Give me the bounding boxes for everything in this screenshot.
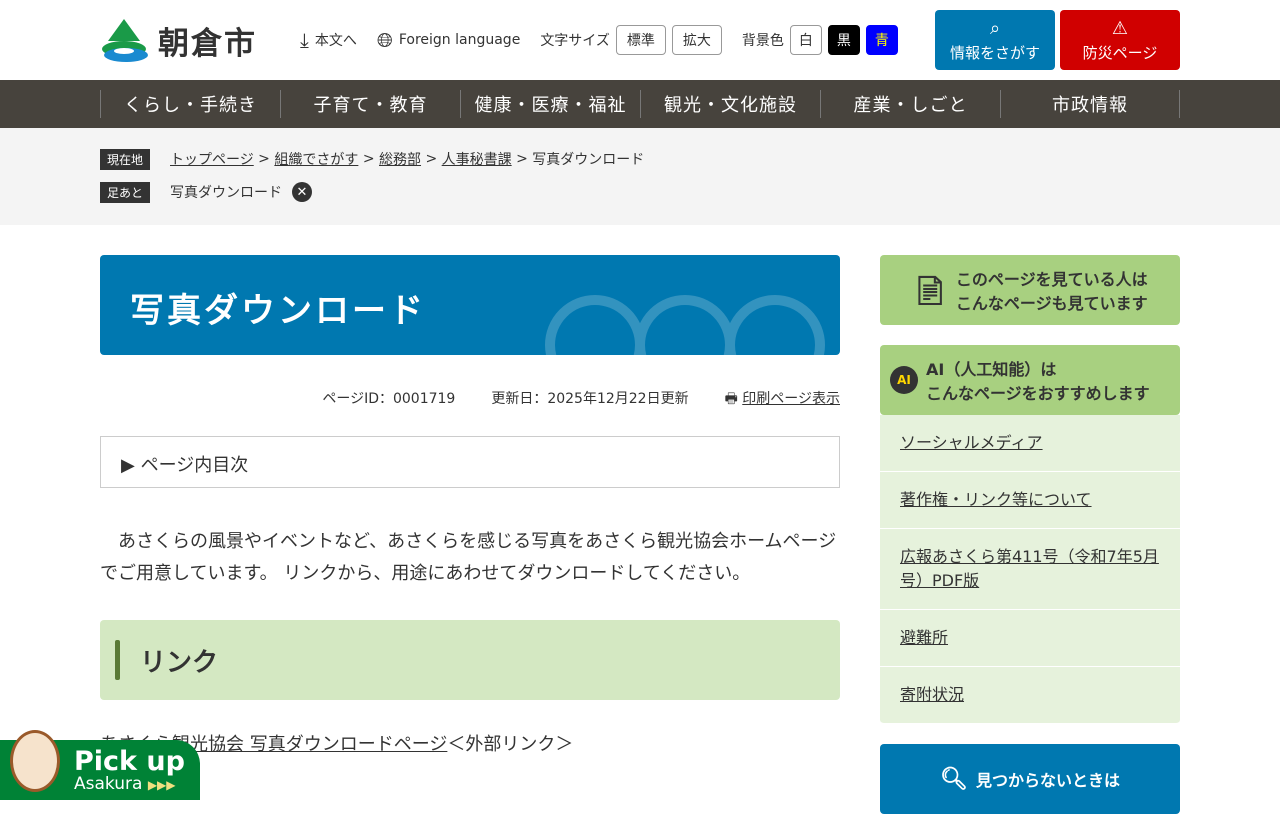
document-eye-icon: 📄︎ — [912, 273, 948, 307]
recommend-item: 寄附状況 — [880, 667, 1180, 724]
recommend-item: 広報あさくら第411号（令和7年5月号）PDF版 — [880, 529, 1180, 610]
updated-date: 更新日：2025年12月22日更新 — [491, 391, 689, 407]
disaster-page-button[interactable]: ⚠ 防災ページ — [1060, 10, 1180, 70]
foreign-label: Foreign language — [398, 32, 521, 48]
nav-item[interactable]: 健康・医療・福祉 — [460, 90, 640, 118]
nav-item[interactable]: 子育て・教育 — [280, 90, 460, 118]
section-heading: リンク — [100, 620, 840, 700]
heading-bar — [115, 640, 120, 680]
breadcrumb: 現在地 トップページ > 組織でさがす > 総務部 > 人事秘書課 > 写真ダウ… — [0, 128, 1280, 225]
toc-label: ページ内目次 — [140, 455, 249, 476]
recommend-item: 避難所 — [880, 610, 1180, 667]
ai-recommend-heading: AI AI（人工知能）はこんなページをおすすめします — [880, 345, 1180, 415]
pickup-title: Pick up — [74, 746, 185, 777]
not-found-button[interactable]: 🔍︎ 見つからないときは — [880, 744, 1180, 814]
history-item[interactable]: 写真ダウンロード — [170, 182, 282, 202]
recommend-link[interactable]: 広報あさくら第411号（令和7年5月号）PDF版 — [900, 547, 1159, 590]
breadcrumb-link[interactable]: トップページ — [170, 149, 254, 169]
logo-text: 朝倉市 — [158, 26, 257, 62]
search-document-icon: 🔍︎ — [940, 766, 968, 792]
bg-black-button[interactable]: 黒 — [827, 25, 860, 55]
global-nav: くらし・手続き 子育て・教育 健康・医療・福祉 観光・文化施設 産業・しごと 市… — [0, 80, 1280, 128]
breadcrumb-link[interactable]: 人事秘書課 — [442, 149, 512, 169]
skip-to-content-link[interactable]: ⤓ 本文へ — [300, 28, 357, 52]
font-normal-button[interactable]: 標準 — [615, 25, 666, 55]
logo-icon — [102, 18, 148, 62]
print-link[interactable]: 🖶 印刷ページ表示 — [725, 388, 840, 412]
pickup-subtitle: Asakura — [74, 774, 143, 794]
ai-line2: こんなページをおすすめします — [926, 384, 1150, 403]
waterwheel-decoration-icon — [545, 295, 825, 355]
search-icon: ⌕ — [989, 17, 1001, 39]
breadcrumb-link[interactable]: 総務部 — [379, 149, 421, 169]
nav-item[interactable]: 市政情報 — [1000, 90, 1180, 118]
recommend-link[interactable]: ソーシャルメディア — [900, 433, 1043, 452]
current-location-tag: 現在地 — [100, 148, 150, 170]
foreign-language-link[interactable]: 🌐︎ Foreign language — [377, 28, 520, 52]
not-found-label: 見つからないときは — [975, 771, 1120, 790]
font-size-label: 文字サイズ — [540, 33, 610, 49]
nav-item[interactable]: 産業・しごと — [820, 90, 1000, 118]
ai-line1: AI（人工知能）は — [926, 360, 1057, 379]
history-tag: 足あと — [100, 181, 150, 203]
recommend-item: 著作権・リンク等について — [880, 472, 1180, 529]
disaster-label: 防災ページ — [1082, 43, 1158, 62]
body-text: あさくらの風景やイベントなど、あさくらを感じる写真をあさくら観光協会ホームページ… — [100, 531, 837, 584]
header: 朝倉市 ⤓ 本文へ 🌐︎ Foreign language 文字サイズ 標準 拡大 … — [0, 0, 1280, 80]
section-heading-text: リンク — [140, 647, 219, 678]
bg-white-button[interactable]: 白 — [789, 25, 822, 55]
bg-color-label: 背景色 — [741, 33, 784, 49]
external-link-note: ＜外部リンク＞ — [447, 734, 574, 755]
nav-item[interactable]: 観光・文化施設 — [640, 90, 820, 118]
font-large-button[interactable]: 拡大 — [671, 25, 722, 55]
logo[interactable]: 朝倉市 — [100, 18, 257, 63]
viewed-pages-heading: 📄︎ このページを見ている人は こんなページも見ています — [880, 255, 1180, 325]
viewed-line1: このページを見ている人は — [955, 270, 1148, 289]
page-id: ページID：0001719 — [322, 391, 456, 407]
viewed-line2: こんなページも見ています — [955, 294, 1148, 313]
page-title-text: 写真ダウンロード — [130, 291, 426, 331]
pickup-asakura-banner[interactable]: Pick up Asakura ▶▶▶ — [0, 730, 200, 800]
bg-blue-button[interactable]: 青 — [865, 25, 898, 55]
nav-item[interactable]: くらし・手続き — [100, 90, 280, 118]
breadcrumb-current: 写真ダウンロード — [532, 152, 645, 168]
recommend-link[interactable]: 著作権・リンク等について — [900, 490, 1092, 509]
mascot-mirror-icon — [10, 730, 60, 792]
ai-head-icon: AI — [890, 366, 918, 394]
print-label: 印刷ページ表示 — [742, 391, 840, 407]
recommend-item: ソーシャルメディア — [880, 415, 1180, 472]
search-info-button[interactable]: ⌕ 情報をさがす — [935, 10, 1055, 70]
globe-icon: 🌐︎ — [376, 28, 393, 52]
warning-icon: ⚠ — [1111, 17, 1129, 39]
search-info-label: 情報をさがす — [949, 43, 1040, 62]
recommend-link[interactable]: 寄附状況 — [900, 685, 964, 704]
page-title: 写真ダウンロード — [100, 255, 840, 355]
arrows-icon: ▶▶▶ — [147, 778, 176, 792]
breadcrumb-link[interactable]: 組織でさがす — [274, 149, 358, 169]
recommend-link[interactable]: 避難所 — [900, 628, 948, 647]
close-icon[interactable]: ✕ — [292, 182, 312, 202]
pickup-sub-wrap: Asakura ▶▶▶ — [74, 774, 176, 794]
skip-label: 本文へ — [314, 33, 357, 49]
printer-icon: 🖶 — [724, 391, 738, 407]
download-arrow-icon: ⤓ — [300, 28, 309, 52]
table-of-contents-toggle[interactable]: ▶ ページ内目次 — [100, 436, 840, 488]
